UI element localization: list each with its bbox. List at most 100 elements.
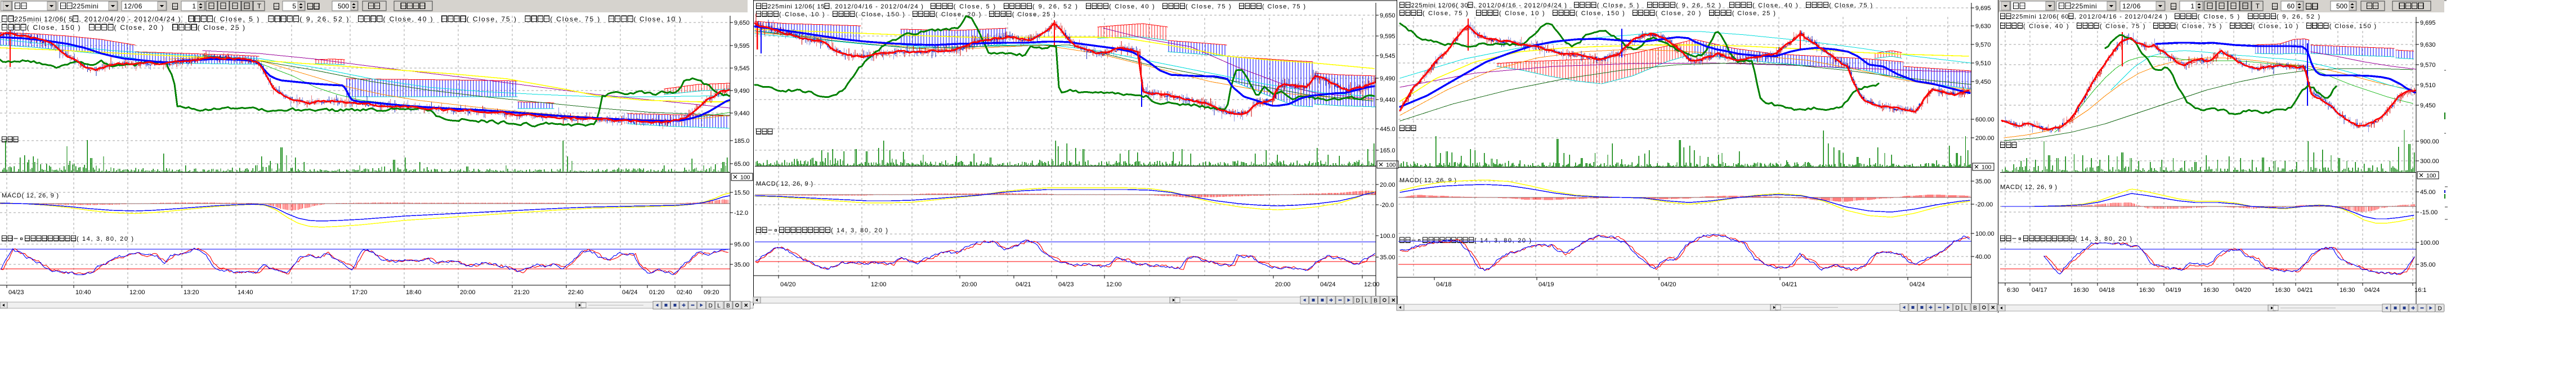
svg-text:T: T (2256, 2, 2260, 10)
svg-text:225mini 12/06( 60: 225mini 12/06( 60 (2012, 14, 2069, 20)
svg-text:04/19: 04/19 (1539, 281, 1554, 288)
svg-text:04/24: 04/24 (622, 289, 638, 296)
svg-text:04/20: 04/20 (2235, 287, 2251, 294)
svg-text:L: L (717, 303, 721, 309)
svg-text:9,630: 9,630 (2420, 42, 2436, 48)
svg-text:04/24: 04/24 (2364, 287, 2380, 294)
svg-text:01:20: 01:20 (649, 289, 665, 296)
svg-text:( Close, 150 ): ( Close, 150 ) (27, 24, 89, 32)
svg-text:9,450: 9,450 (1975, 79, 1991, 86)
svg-text:04/21: 04/21 (1782, 281, 1797, 288)
svg-text:04/21: 04/21 (1016, 281, 1031, 288)
svg-text:9,570: 9,570 (1975, 42, 1991, 48)
svg-text:-15.00: -15.00 (2420, 209, 2438, 216)
svg-text:9,440: 9,440 (734, 110, 750, 117)
svg-text:( Close, 5 ): ( Close, 5 ) (1597, 2, 1647, 9)
svg-text:MACD( 12, 26, 9 ): MACD( 12, 26, 9 ) (2000, 184, 2057, 191)
svg-text:( Close, 150 ): ( Close, 150 ) (2329, 23, 2376, 30)
svg-text:225mini 12/06( 5: 225mini 12/06( 5 (14, 15, 73, 23)
svg-text:10:40: 10:40 (75, 289, 91, 296)
svg-text:9,595: 9,595 (1380, 33, 1396, 40)
svg-text:65.00: 65.00 (734, 161, 750, 168)
svg-text:D: D (709, 303, 713, 309)
svg-text:( Close, 5 ): ( Close, 5 ) (213, 15, 268, 23)
svg-text:12:00: 12:00 (871, 281, 887, 288)
svg-text:1: 1 (192, 2, 196, 10)
svg-text:35.00: 35.00 (1975, 178, 1991, 185)
svg-text:04/18: 04/18 (1436, 281, 1452, 288)
svg-text:( Close, 25 ): ( Close, 25 ) (1732, 10, 1776, 17)
svg-text:35.00: 35.00 (734, 262, 750, 268)
svg-text:9,695: 9,695 (2420, 20, 2436, 26)
svg-text:14:40: 14:40 (238, 289, 253, 296)
svg-text:21:20: 21:20 (514, 289, 530, 296)
svg-text:-12.0: -12.0 (734, 210, 748, 217)
svg-text:D: D (1956, 305, 1960, 312)
svg-text:04/24: 04/24 (1320, 281, 1336, 288)
svg-text:, 2012/04/20 - 2012/04/24 ): , 2012/04/20 - 2012/04/24 ) (79, 15, 188, 23)
svg-text:9,630: 9,630 (1975, 23, 1991, 30)
svg-text:B: B (1374, 298, 1378, 304)
svg-text:( 9, 26, 52 ): ( 9, 26, 52 ) (2277, 14, 2320, 20)
svg-text:20.00: 20.00 (1380, 182, 1396, 188)
svg-text:-20.0: -20.0 (1380, 202, 1394, 209)
svg-text:04/17: 04/17 (2032, 287, 2047, 294)
svg-text:D: D (2438, 306, 2442, 312)
svg-text:16:30: 16:30 (2139, 287, 2155, 294)
svg-text:5: 5 (292, 2, 296, 10)
svg-text:D: D (1356, 298, 1360, 304)
svg-text:500: 500 (2336, 2, 2347, 10)
svg-text:, 2012/04/16 - 2012/04/24 ): , 2012/04/16 - 2012/04/24 ) (830, 3, 931, 10)
svg-text:35.00: 35.00 (1380, 254, 1396, 261)
svg-text:9,510: 9,510 (1975, 60, 1991, 67)
svg-text:500: 500 (338, 2, 349, 10)
svg-text:6:30: 6:30 (2007, 287, 2019, 294)
svg-text:MACD( 12, 26, 9 ): MACD( 12, 26, 9 ) (1399, 177, 1456, 184)
svg-text:MACD( 12, 26, 9 ): MACD( 12, 26, 9 ) (756, 181, 813, 187)
svg-text:13:20: 13:20 (184, 289, 199, 296)
svg-text:B: B (726, 303, 730, 309)
svg-text:12:00: 12:00 (1364, 281, 1380, 288)
svg-text:04/24: 04/24 (1909, 281, 1925, 288)
svg-text:12/06: 12/06 (124, 2, 142, 10)
svg-text:T: T (257, 2, 262, 10)
svg-text:9,570: 9,570 (2420, 62, 2436, 69)
svg-text:( Close, 75 ): ( Close, 75 ) (1262, 3, 1305, 10)
svg-text:100: 100 (1982, 164, 1992, 171)
svg-text:60: 60 (2287, 2, 2295, 10)
svg-text:9,595: 9,595 (734, 43, 750, 50)
svg-text:225mini: 225mini (2071, 2, 2096, 10)
svg-text:04/19: 04/19 (2166, 287, 2181, 294)
svg-text:16:30: 16:30 (2275, 287, 2291, 294)
svg-text:20:00: 20:00 (460, 289, 476, 296)
svg-text:445.0: 445.0 (1380, 126, 1396, 133)
svg-text:9,440: 9,440 (1380, 97, 1396, 104)
svg-text:95.00: 95.00 (734, 241, 750, 248)
svg-text:04/20: 04/20 (780, 281, 796, 288)
svg-text:04/20: 04/20 (1661, 281, 1676, 288)
svg-text:( Close, 25 ): ( Close, 25 ) (198, 24, 245, 32)
svg-text:9,545: 9,545 (734, 65, 750, 72)
svg-text:100: 100 (1386, 162, 1396, 169)
svg-text:04/23: 04/23 (8, 289, 24, 296)
svg-text:100: 100 (740, 174, 750, 181)
svg-text:( Close, 5 ): ( Close, 5 ) (2198, 14, 2248, 20)
svg-text:( Close, 25 ): ( Close, 25 ) (1012, 11, 1056, 18)
svg-text:, 2012/04/16 - 2012/04/24 ): , 2012/04/16 - 2012/04/24 ) (2074, 14, 2175, 20)
svg-text:22:40: 22:40 (568, 289, 584, 296)
svg-text:12/06: 12/06 (2122, 2, 2141, 10)
svg-text:04/18: 04/18 (2099, 287, 2115, 294)
svg-text:15.50: 15.50 (734, 190, 750, 196)
svg-text:MACD( 12, 26, 9 ): MACD( 12, 26, 9 ) (2, 192, 59, 199)
svg-text:9,490: 9,490 (1380, 75, 1396, 82)
svg-text:9,450: 9,450 (2420, 102, 2436, 109)
svg-text:04/23: 04/23 (1058, 281, 1074, 288)
svg-text:( Close, 150 ): ( Close, 150 ) (1576, 10, 1633, 17)
svg-text:12:00: 12:00 (1106, 281, 1122, 288)
svg-text:300.00: 300.00 (2420, 158, 2439, 165)
svg-text:( Close, 10 ): ( Close, 10 ) (634, 15, 681, 23)
svg-text:9,490: 9,490 (734, 88, 750, 94)
svg-text:16:30: 16:30 (2203, 287, 2219, 294)
svg-text:20:00: 20:00 (961, 281, 977, 288)
svg-text:100.00: 100.00 (1975, 231, 1994, 237)
